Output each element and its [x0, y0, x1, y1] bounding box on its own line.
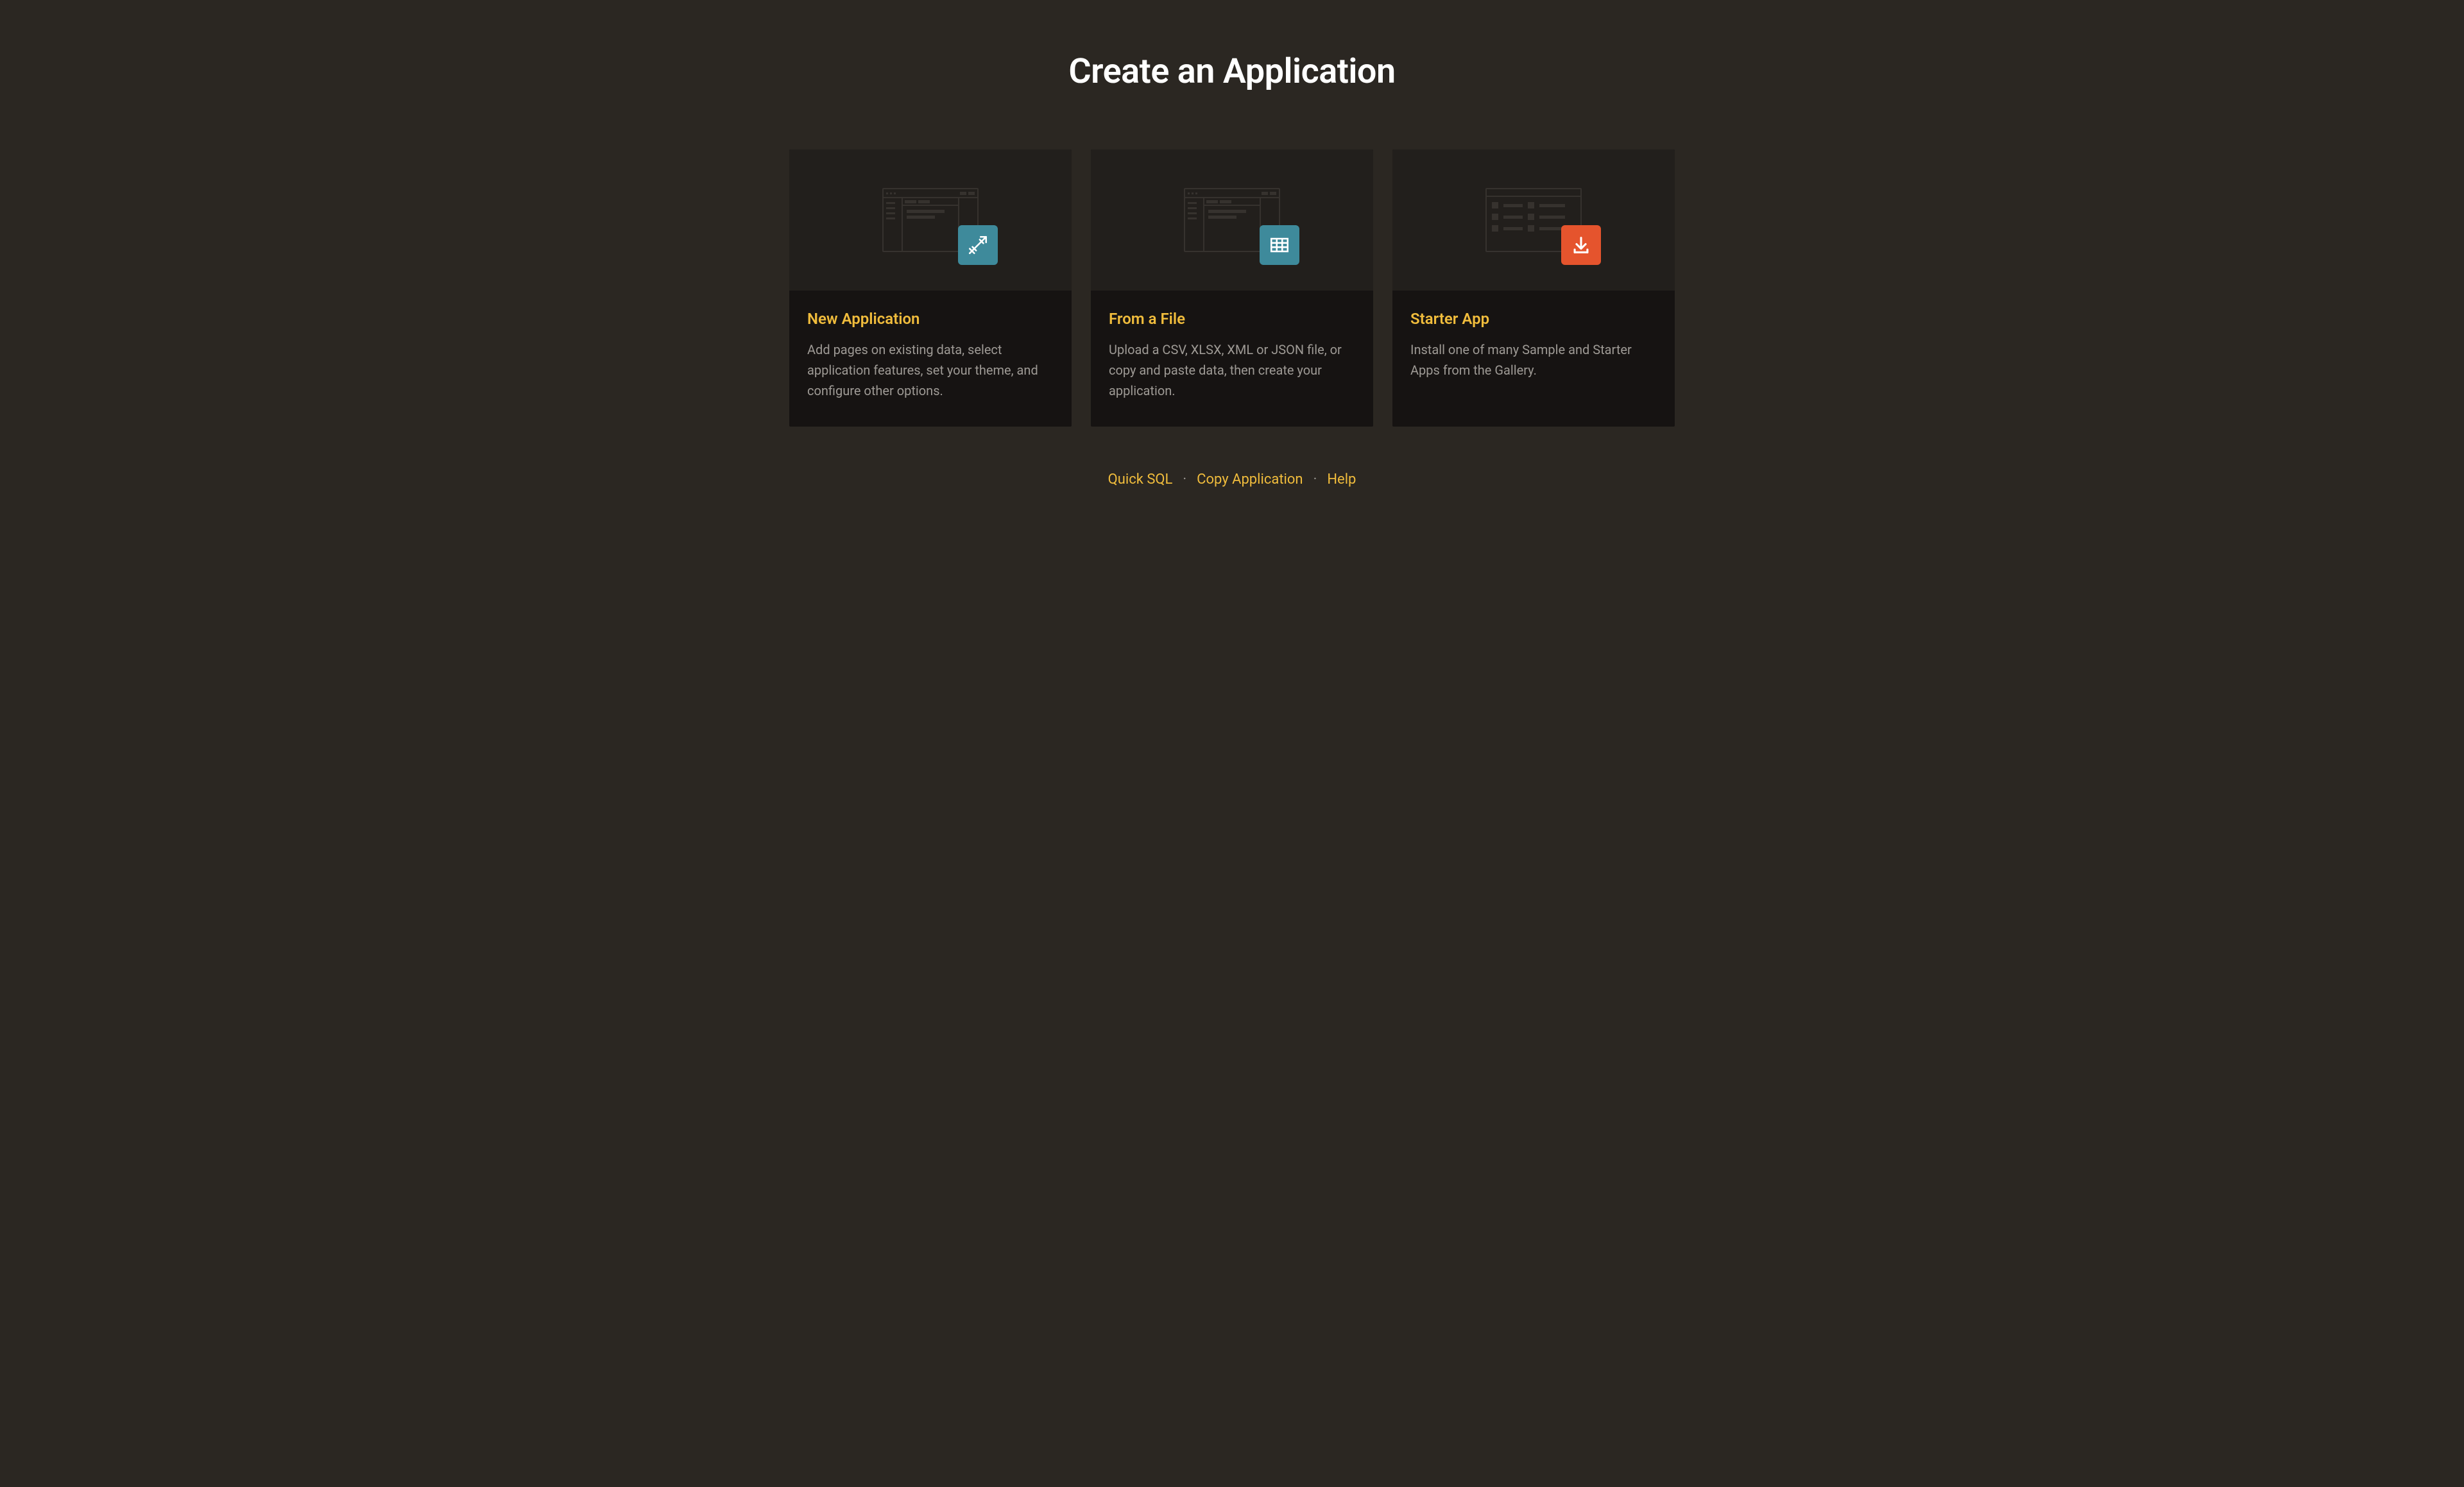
card-description: Install one of many Sample and Starter A…	[1410, 339, 1657, 380]
page-title: Create an Application	[13, 51, 2451, 92]
cards-container: New Application Add pages on existing da…	[783, 149, 1681, 427]
footer-links: Quick SQL · Copy Application · Help	[13, 472, 2451, 488]
footer-link-quick-sql[interactable]: Quick SQL	[1108, 472, 1173, 488]
card-icon-area	[1091, 149, 1373, 291]
card-description: Add pages on existing data, select appli…	[807, 339, 1054, 401]
design-tools-icon	[958, 225, 998, 265]
separator-dot: ·	[1313, 472, 1317, 488]
card-description: Upload a CSV, XLSX, XML or JSON file, or…	[1109, 339, 1355, 401]
card-starter-app[interactable]: Starter App Install one of many Sample a…	[1392, 149, 1675, 427]
footer-link-help[interactable]: Help	[1327, 472, 1356, 488]
card-title: From a File	[1109, 310, 1355, 328]
card-body: New Application Add pages on existing da…	[789, 291, 1072, 427]
card-title: New Application	[807, 310, 1054, 328]
footer-link-copy-application[interactable]: Copy Application	[1197, 472, 1303, 488]
card-body: From a File Upload a CSV, XLSX, XML or J…	[1091, 291, 1373, 427]
download-icon	[1561, 225, 1601, 265]
card-icon-area	[789, 149, 1072, 291]
card-body: Starter App Install one of many Sample a…	[1392, 291, 1675, 427]
card-icon-area	[1392, 149, 1675, 291]
card-from-file[interactable]: From a File Upload a CSV, XLSX, XML or J…	[1091, 149, 1373, 427]
card-title: Starter App	[1410, 310, 1657, 328]
grid-icon	[1260, 225, 1299, 265]
card-new-application[interactable]: New Application Add pages on existing da…	[789, 149, 1072, 427]
separator-dot: ·	[1183, 472, 1186, 488]
